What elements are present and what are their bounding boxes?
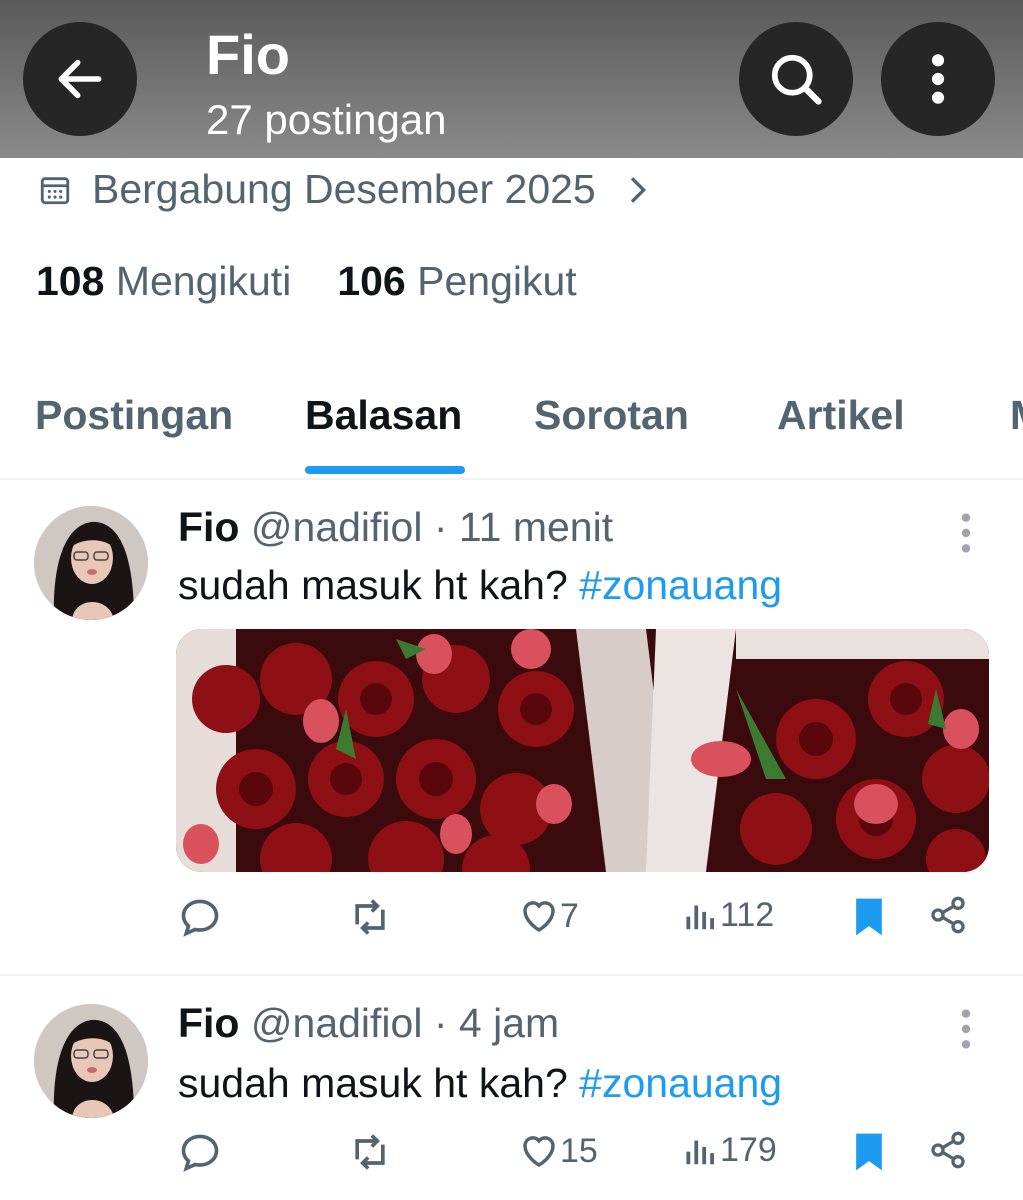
profile-name-title: Fio bbox=[206, 23, 290, 86]
tab-balasan[interactable]: Balasan bbox=[305, 392, 462, 439]
views-button[interactable]: 179 bbox=[682, 1130, 777, 1170]
post-actions: 15 179 bbox=[0, 1130, 1023, 1190]
more-options-button[interactable] bbox=[881, 22, 995, 136]
top-app-bar: Fio 27 postingan bbox=[0, 0, 1023, 158]
repost-icon bbox=[355, 899, 385, 935]
reply-icon bbox=[181, 899, 219, 937]
reply-button[interactable] bbox=[178, 895, 222, 939]
tab-artikel[interactable]: Artikel bbox=[777, 392, 905, 439]
following-link[interactable]: 108 Mengikuti bbox=[36, 258, 291, 305]
following-label: Mengikuti bbox=[115, 258, 292, 304]
view-count: 112 bbox=[720, 895, 775, 934]
post-more-icon[interactable] bbox=[952, 510, 980, 556]
avatar[interactable] bbox=[34, 506, 148, 620]
like-button[interactable]: 7 bbox=[518, 895, 579, 937]
joined-date: Bergabung Desember 2025 bbox=[92, 166, 596, 212]
reply-button[interactable] bbox=[178, 1130, 222, 1174]
active-tab-indicator bbox=[305, 466, 465, 474]
back-button[interactable] bbox=[23, 22, 137, 136]
chevron-right-icon bbox=[630, 176, 646, 203]
bookmark-icon bbox=[856, 1133, 882, 1171]
post-body: sudah masuk ht kah? bbox=[178, 562, 568, 608]
post-more-icon[interactable] bbox=[952, 1006, 980, 1052]
arrow-left-icon bbox=[58, 59, 102, 99]
analytics-icon bbox=[686, 905, 714, 930]
tab-media[interactable]: M bbox=[1010, 392, 1023, 439]
retweet-button[interactable] bbox=[346, 895, 394, 939]
views-button[interactable]: 112 bbox=[682, 895, 774, 935]
tab-sorotan[interactable]: Sorotan bbox=[534, 392, 689, 439]
following-count: 108 bbox=[36, 258, 105, 304]
like-button[interactable]: 15 bbox=[518, 1130, 598, 1172]
analytics-icon bbox=[686, 1140, 714, 1165]
search-icon bbox=[771, 54, 822, 105]
tab-postingan[interactable]: Postingan bbox=[35, 392, 233, 439]
share-button[interactable] bbox=[928, 895, 968, 935]
author-name[interactable]: Fio bbox=[178, 1000, 239, 1046]
post-text: sudah masuk ht kah? #zonauang bbox=[178, 562, 782, 609]
profile-tabs: Postingan Balasan Sorotan Artikel M bbox=[0, 384, 1023, 480]
more-vertical-icon bbox=[931, 54, 945, 104]
post-body: sudah masuk ht kah? bbox=[178, 1060, 568, 1106]
share-icon bbox=[931, 1131, 965, 1169]
bookmark-icon bbox=[856, 898, 882, 936]
followers-count: 106 bbox=[337, 258, 406, 304]
reply-icon bbox=[181, 1134, 219, 1172]
joined-date-row[interactable]: Bergabung Desember 2025 bbox=[38, 166, 652, 213]
post-meta: Fio @nadifiol · 4 jam bbox=[178, 1000, 559, 1047]
search-button[interactable] bbox=[739, 22, 853, 136]
hashtag-link[interactable]: #zonauang bbox=[579, 1060, 782, 1106]
author-handle[interactable]: @nadifiol bbox=[251, 504, 423, 550]
heart-icon bbox=[523, 1136, 555, 1168]
retweet-button[interactable] bbox=[346, 1130, 394, 1174]
author-handle[interactable]: @nadifiol bbox=[251, 1000, 423, 1046]
post-count: 27 postingan bbox=[206, 96, 447, 143]
avatar[interactable] bbox=[34, 1004, 148, 1118]
post-time: · 4 jam bbox=[433, 1000, 560, 1046]
heart-icon bbox=[523, 901, 555, 933]
post-time: · 11 menit bbox=[433, 504, 614, 550]
view-count: 179 bbox=[720, 1130, 777, 1169]
followers-link[interactable]: 106 Pengikut bbox=[337, 258, 576, 305]
like-count: 15 bbox=[560, 1131, 598, 1170]
post-item[interactable]: Fio @nadifiol · 4 jam sudah masuk ht kah… bbox=[0, 976, 1023, 1200]
like-count: 7 bbox=[560, 896, 579, 935]
share-button[interactable] bbox=[928, 1130, 968, 1170]
post-meta: Fio @nadifiol · 11 menit bbox=[178, 504, 613, 551]
author-name[interactable]: Fio bbox=[178, 504, 239, 550]
post-media-image[interactable] bbox=[176, 629, 989, 872]
bookmark-button[interactable] bbox=[850, 1130, 888, 1174]
bookmark-button[interactable] bbox=[850, 895, 888, 939]
post-text: sudah masuk ht kah? #zonauang bbox=[178, 1060, 782, 1107]
follow-stats: 108 Mengikuti 106 Pengikut bbox=[36, 258, 577, 305]
followers-label: Pengikut bbox=[417, 258, 577, 304]
post-actions: 7 112 bbox=[0, 895, 1023, 955]
hashtag-link[interactable]: #zonauang bbox=[579, 562, 782, 608]
share-icon bbox=[931, 896, 965, 934]
repost-icon bbox=[355, 1134, 385, 1170]
calendar-icon bbox=[40, 176, 70, 204]
